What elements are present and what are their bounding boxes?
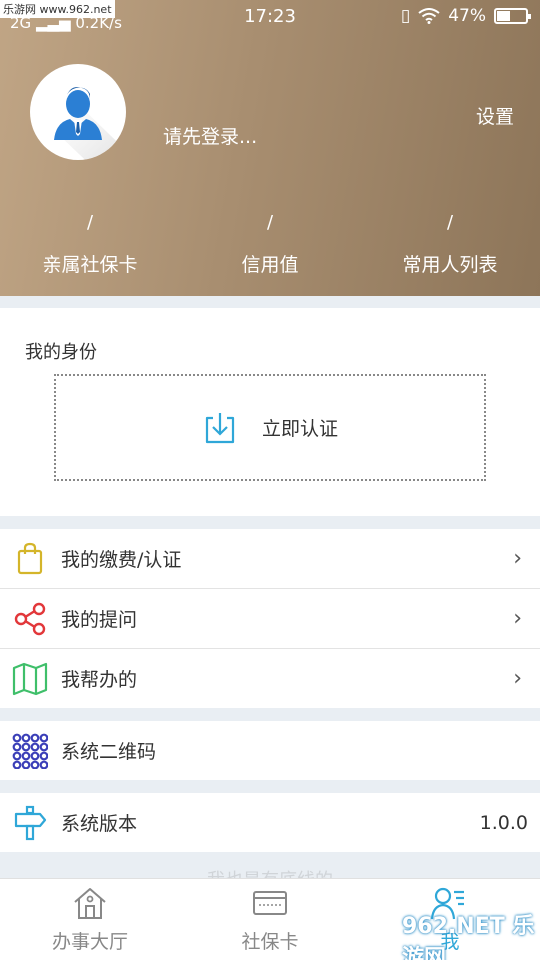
status-icons: ▯ 47% xyxy=(400,6,531,26)
shopping-bag-icon xyxy=(12,541,48,577)
menu-item-version[interactable]: 系统版本 1.0.0 xyxy=(0,793,540,852)
menu-item-questions[interactable]: 我的提问 › xyxy=(0,589,540,648)
stat-contacts[interactable]: / 常用人列表 xyxy=(360,212,540,277)
stat-label: 信用值 xyxy=(241,254,299,276)
stat-family-card[interactable]: / 亲属社保卡 xyxy=(0,212,180,277)
identity-title: 我的身份 xyxy=(25,342,97,363)
menu-label: 系统二维码 xyxy=(61,741,157,763)
menu-label: 我的提问 xyxy=(61,609,138,631)
chevron-right-icon: › xyxy=(513,606,522,631)
menu-item-payments[interactable]: 我的缴费/认证 › xyxy=(0,529,540,588)
tab-service-hall[interactable]: 办事大厅 xyxy=(0,879,180,960)
avatar[interactable] xyxy=(30,64,126,160)
status-bar: 乐游网 www.962.net 2G ▂▃▅ 0.2K/s 17:23 ▯ 47… xyxy=(0,0,540,34)
stat-value: / xyxy=(446,212,454,233)
menu-item-helped[interactable]: 我帮办的 › xyxy=(0,649,540,708)
battery-percent: 47% xyxy=(448,6,486,26)
card-icon xyxy=(253,891,287,915)
chevron-right-icon: › xyxy=(513,666,522,691)
user-avatar-icon xyxy=(54,87,126,160)
stat-value: / xyxy=(86,212,94,233)
menu-label: 系统版本 xyxy=(61,813,138,835)
vibrate-icon: ▯ xyxy=(400,6,411,26)
stat-label: 亲属社保卡 xyxy=(42,254,138,276)
login-prompt[interactable]: 请先登录... xyxy=(163,122,257,149)
stat-label: 常用人列表 xyxy=(402,254,498,276)
settings-button[interactable]: 设置 xyxy=(476,102,514,129)
stat-value: / xyxy=(266,212,274,233)
chevron-right-icon: › xyxy=(513,546,522,571)
download-tray-icon xyxy=(205,412,235,443)
menu-label: 我的缴费/认证 xyxy=(61,549,182,571)
share-nodes-icon xyxy=(12,601,48,637)
verify-now-button[interactable]: 立即认证 xyxy=(54,374,486,481)
tab-label: 办事大厅 xyxy=(51,931,128,953)
wifi-icon xyxy=(418,8,440,24)
tab-label: 社保卡 xyxy=(241,931,299,953)
dot-grid-icon xyxy=(12,733,48,769)
stat-credit[interactable]: / 信用值 xyxy=(180,212,360,277)
house-icon xyxy=(74,888,106,919)
map-icon xyxy=(12,661,48,697)
signpost-icon xyxy=(12,805,48,841)
profile-header: 乐游网 www.962.net 2G ▂▃▅ 0.2K/s 17:23 ▯ 47… xyxy=(0,0,540,296)
verify-label: 立即认证 xyxy=(261,418,338,440)
menu-item-qrcode[interactable]: 系统二维码 xyxy=(0,721,540,780)
tab-social-card[interactable]: 社保卡 xyxy=(180,879,360,960)
battery-icon xyxy=(494,8,531,24)
identity-card: 我的身份 立即认证 xyxy=(0,308,540,516)
brand-watermark-logo: 962.NET 乐游网 xyxy=(402,914,535,960)
version-value: 1.0.0 xyxy=(479,811,528,834)
menu-label: 我帮办的 xyxy=(61,669,138,691)
